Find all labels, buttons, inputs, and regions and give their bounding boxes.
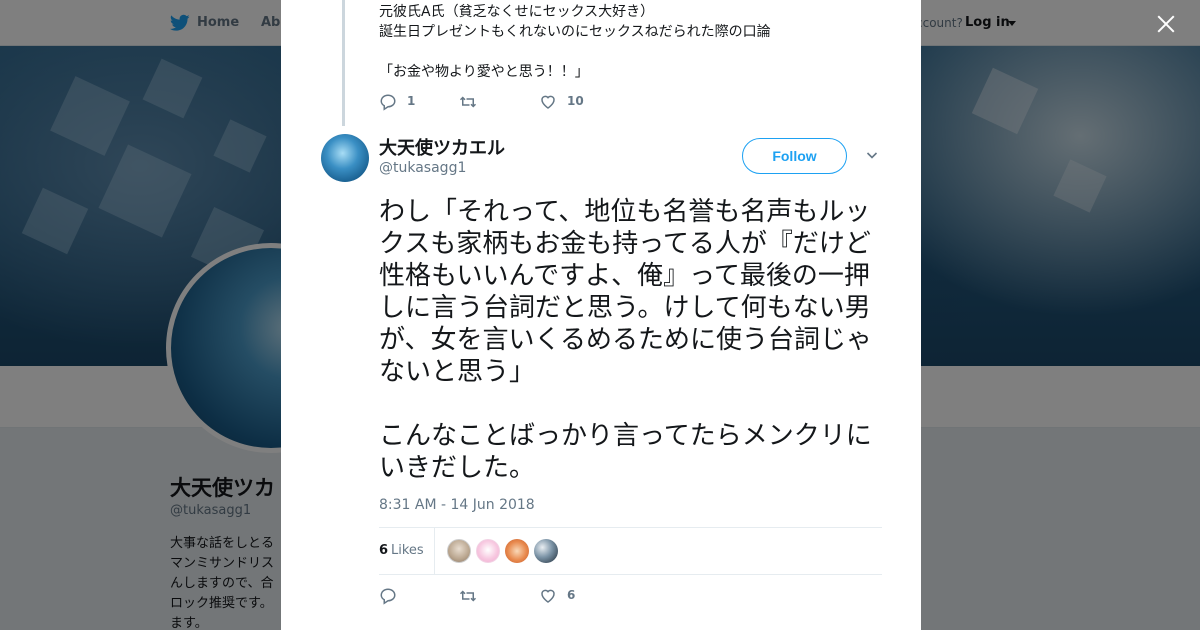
reply-icon: [380, 588, 396, 605]
liker-avatar[interactable]: [505, 539, 529, 563]
follow-button[interactable]: Follow: [742, 138, 847, 174]
author-handle[interactable]: @tukasagg1: [379, 160, 466, 176]
tweet-text: わし「それって、地位も名誉も名声もルックスも家柄もお金も持ってる人が『だけど性格…: [379, 197, 872, 483]
reply-count: 1: [407, 94, 416, 108]
likes-count[interactable]: 6: [379, 543, 388, 558]
tweet-actions: 6: [379, 585, 599, 607]
liker-avatar[interactable]: [534, 539, 558, 563]
liker-avatar[interactable]: [447, 539, 471, 563]
like-icon: [541, 95, 555, 109]
author-name[interactable]: 大天使ツカエル: [379, 134, 505, 160]
likes-label[interactable]: Likes: [391, 543, 424, 558]
liker-avatar[interactable]: [476, 539, 500, 563]
like-count: 10: [567, 94, 584, 108]
chevron-down-icon[interactable]: [866, 149, 878, 161]
retweet-icon: [459, 590, 477, 602]
reply-icon: [380, 94, 396, 111]
previous-tweet-actions: 1 10: [379, 91, 599, 113]
like-count: 6: [567, 588, 576, 602]
stats-divider: [434, 528, 435, 574]
tweet-timestamp[interactable]: 8:31 AM - 14 Jun 2018: [379, 497, 535, 513]
close-icon[interactable]: [1154, 12, 1178, 36]
like-icon: [541, 589, 555, 603]
previous-tweet-text: 元彼氏A氏（貧乏なくせにセックス大好き） 誕生日プレゼントもくれないのにセックス…: [379, 4, 771, 80]
retweet-icon: [459, 96, 477, 108]
thread-connector-line: [342, 0, 345, 126]
tweet-modal: 元彼氏A氏（貧乏なくせにセックス大好き） 誕生日プレゼントもくれないのにセックス…: [281, 0, 921, 630]
author-avatar[interactable]: [321, 134, 369, 182]
tweet-stats: 6 Likes: [379, 527, 882, 575]
